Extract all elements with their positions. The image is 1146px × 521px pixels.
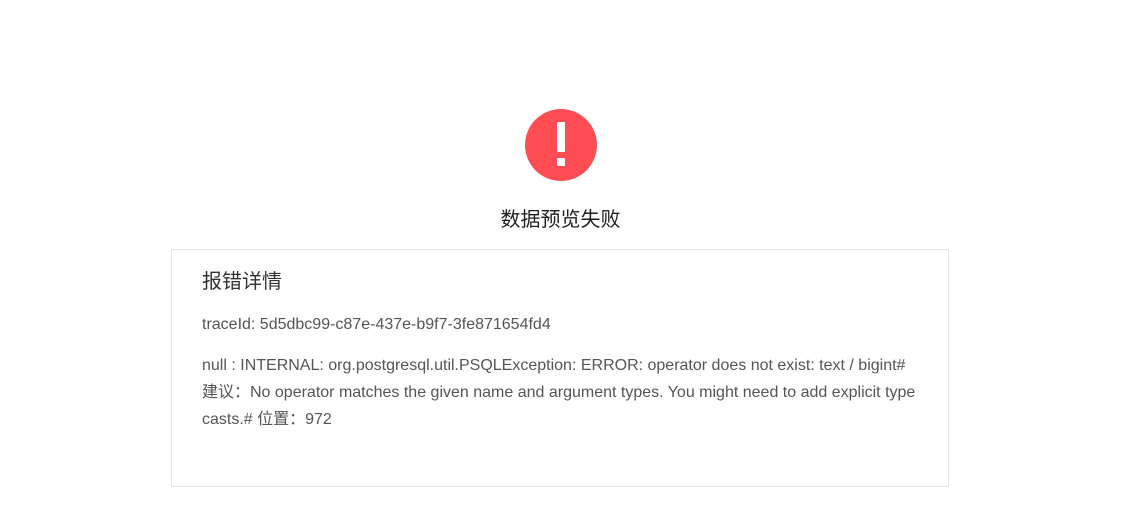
exclamation-mark (557, 122, 565, 166)
error-detail-panel: 报错详情 traceId: 5d5dbc99-c87e-437e-b9f7-3f… (171, 249, 949, 487)
error-message: null : INTERNAL: org.postgresql.util.PSQ… (202, 357, 916, 428)
trace-id: traceId: 5d5dbc99-c87e-437e-b9f7-3fe8716… (202, 316, 551, 333)
exclamation-icon (525, 109, 597, 181)
error-page: 数据预览失败 报错详情 traceId: 5d5dbc99-c87e-437e-… (0, 0, 1146, 521)
detail-heading: 报错详情 (202, 271, 282, 293)
page-title: 数据预览失败 (500, 209, 621, 231)
